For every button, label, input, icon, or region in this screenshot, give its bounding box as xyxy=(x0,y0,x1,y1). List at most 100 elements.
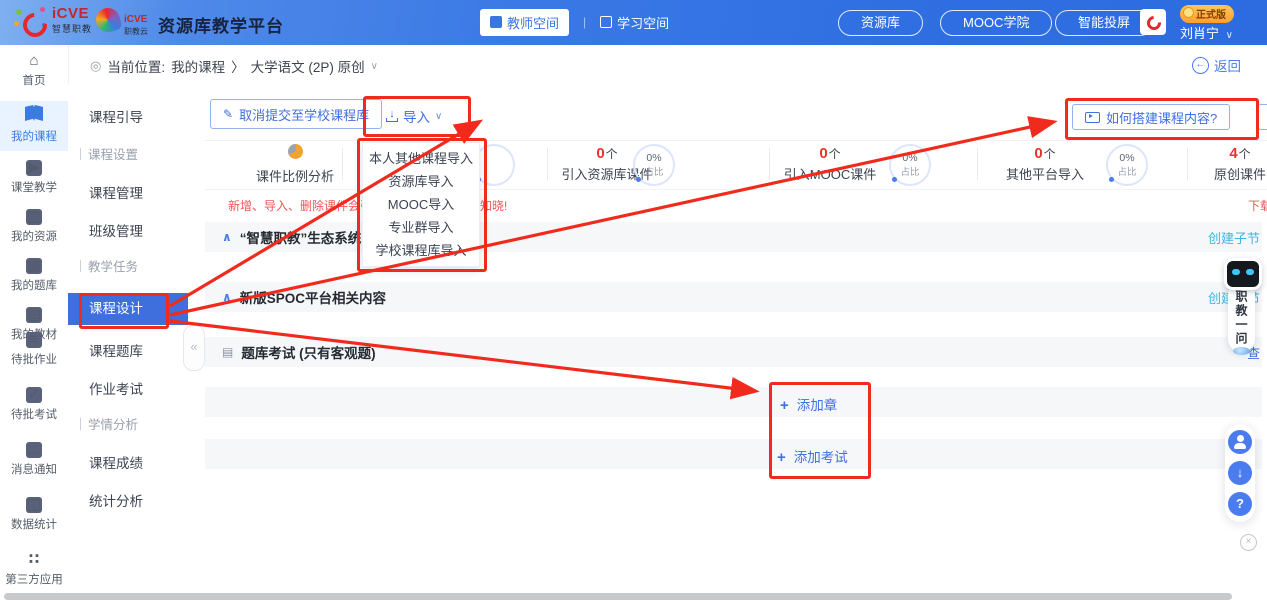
back-arrow-icon: ← xyxy=(1192,57,1209,74)
percent-gauge: 0%占比 xyxy=(633,144,675,186)
menu-item-homework-exams[interactable]: 作业考试 xyxy=(68,378,188,398)
import-dropdown-menu: 本人其他课程导入 资源库导入 MOOC导入 专业群导入 学校课程库导入 xyxy=(362,142,480,267)
question-mark-icon: ? xyxy=(1236,496,1244,511)
create-subnode-link[interactable]: 创建子节 xyxy=(1208,228,1260,247)
sidebar-item-my-resources[interactable]: ▥ 我的资源 xyxy=(0,208,68,254)
menu-item-course-question-bank[interactable]: 课程题库 xyxy=(68,340,188,360)
stat-mooc: 0个 引入MOOC课件 xyxy=(760,145,900,183)
floating-toolbar: ↓ ? xyxy=(1225,424,1255,522)
how-to-build-course-button[interactable]: 如何搭建课程内容? xyxy=(1072,104,1230,130)
breadcrumb-my-courses[interactable]: 我的课程 xyxy=(171,56,225,76)
download-link[interactable]: 下载 xyxy=(1248,197,1267,214)
breadcrumb-current-course[interactable]: 大学语文 (2P) 原创 xyxy=(251,56,365,76)
zhijiaoyun-shell-logo xyxy=(93,5,122,34)
topbar: iCVE 智慧职教 iCVE 职教云 资源库教学平台 教师空间 | 学习空间 资… xyxy=(0,0,1267,45)
menu-item-course-management[interactable]: 课程管理 xyxy=(68,182,188,202)
icve-zhihuizhijiao-logo xyxy=(14,7,48,37)
close-widget-button[interactable]: × xyxy=(1240,534,1257,551)
statistics-icon: ◫ xyxy=(26,497,42,513)
sidebar-item-my-courses[interactable]: 我的课程 xyxy=(0,101,68,151)
menu-item-import-mooc[interactable]: MOOC导入 xyxy=(363,193,479,216)
home-icon: ⌂ xyxy=(29,53,38,69)
download-center-button[interactable]: ↓ xyxy=(1228,461,1252,485)
location-icon: ◎ xyxy=(90,58,101,74)
apps-grid-icon: ∷ xyxy=(29,552,39,568)
breadcrumb: ◎ 当前位置: 我的课程 〉 大学语文 (2P) 原创 ∨ xyxy=(90,56,378,76)
import-button[interactable]: ↓ 导入 ∨ xyxy=(386,106,442,126)
headset-person-icon xyxy=(1228,430,1252,454)
sidebar-item-pending-exams[interactable]: ✓ 待批考试 xyxy=(0,386,68,432)
add-chapter-button[interactable]: +添加章 xyxy=(780,394,837,414)
edit-icon: ✎ xyxy=(223,107,233,121)
menu-item-class-management[interactable]: 班级管理 xyxy=(68,220,188,240)
settings-button[interactable]: 设 xyxy=(1258,104,1267,130)
membership-badge: 正式版 xyxy=(1180,5,1234,23)
menu-item-course-guide[interactable]: 课程引导 xyxy=(68,106,188,126)
sidebar-item-classroom-teaching[interactable]: ▶ 课堂教学 xyxy=(0,159,68,205)
caret-down-icon: ∨ xyxy=(435,111,442,122)
resource-library-button[interactable]: 资源库 xyxy=(838,10,923,36)
sidebar-item-my-question-bank[interactable]: ▦ 我的题库 xyxy=(0,257,68,303)
exam-icon: ✓ xyxy=(26,387,42,403)
back-button[interactable]: ← 返回 xyxy=(1192,55,1241,75)
sidebar-item-home[interactable]: ⌂ 首页 xyxy=(0,52,68,98)
support-button[interactable] xyxy=(1228,430,1252,454)
smart-cast-button[interactable]: 智能投屏 xyxy=(1055,10,1153,36)
menu-item-course-grades[interactable]: 课程成绩 xyxy=(68,452,188,472)
user-menu[interactable]: 刘肖宁 ∨ xyxy=(1180,23,1233,42)
nav-teacher-space[interactable]: 教师空间 xyxy=(480,9,569,36)
zhijiaoyun-logo-text: iCVE xyxy=(124,14,147,25)
horizontal-scrollbar[interactable] xyxy=(4,593,1232,600)
menu-section-learning-analysis: 学情分析 xyxy=(68,414,188,433)
menu-item-import-own-course[interactable]: 本人其他课程导入 xyxy=(363,147,479,170)
course-menu-sidebar: 课程引导 课程设置 课程管理 班级管理 教学任务 课程设计 课程题库 作业考试 … xyxy=(68,84,189,602)
stat-other-platform: 0个 其他平台导入 xyxy=(975,145,1115,183)
mooc-academy-button[interactable]: MOOC学院 xyxy=(940,10,1052,36)
section-row-spoc[interactable]: ∧ 新版SPOC平台相关内容 创建子节 xyxy=(205,282,1262,312)
section-row-question-exam[interactable]: ▤ 题库考试 (只有客观题) 查 xyxy=(205,337,1262,367)
medal-icon xyxy=(1183,7,1194,18)
chevron-up-icon[interactable]: ∧ xyxy=(222,230,232,244)
menu-item-import-resource-lib[interactable]: 资源库导入 xyxy=(363,170,479,193)
sidebar-item-pending-homework[interactable]: ≡ 待批作业 xyxy=(0,331,68,377)
icve-logo-subtext: 智慧职教 xyxy=(52,25,92,34)
caret-down-icon[interactable]: ∨ xyxy=(371,61,378,72)
add-exam-button[interactable]: +添加考试 xyxy=(777,446,848,466)
percent-gauge: 0%占比 xyxy=(889,144,931,186)
assistant-label: 职教一问 xyxy=(1233,290,1250,346)
help-center-button[interactable]: ? xyxy=(1228,492,1252,516)
homework-icon: ≡ xyxy=(26,332,42,348)
menu-item-statistical-analysis[interactable]: 统计分析 xyxy=(68,490,188,510)
section-bar xyxy=(80,418,81,430)
play-video-icon: ▶ xyxy=(26,160,42,176)
section-bar xyxy=(80,260,81,272)
menu-item-course-design[interactable]: 课程设计 xyxy=(68,293,188,325)
sidebar-item-data-statistics[interactable]: ◫ 数据统计 xyxy=(0,496,68,542)
user-avatar[interactable] xyxy=(1140,9,1166,35)
menu-item-import-major-group[interactable]: 专业群导入 xyxy=(363,216,479,239)
zhijiaoyun-logo-subtext: 职教云 xyxy=(124,28,148,36)
cancel-submit-button[interactable]: ✎ 取消提交至学校课程库 xyxy=(210,99,382,129)
menu-item-import-school-lib[interactable]: 学校课程库导入 xyxy=(363,239,479,262)
icve-logo-text: iCVE xyxy=(52,5,89,22)
teacher-space-icon xyxy=(490,16,502,28)
chevron-up-icon[interactable]: ∧ xyxy=(222,290,232,304)
video-icon xyxy=(1085,112,1100,123)
nav-learning-space[interactable]: 学习空间 xyxy=(600,13,669,32)
courseware-ratio-analysis: 课件比例分析 xyxy=(230,144,360,185)
platform-title: 资源库教学平台 xyxy=(158,12,284,37)
add-chapter-row xyxy=(205,387,1262,417)
menu-section-course-setup: 课程设置 xyxy=(68,144,188,163)
menu-section-teaching-tasks: 教学任务 xyxy=(68,256,188,275)
question-bank-icon: ▦ xyxy=(26,258,42,274)
sidebar-item-notifications[interactable]: … 消息通知 xyxy=(0,441,68,487)
topbar-nav: 教师空间 | 学习空间 xyxy=(480,9,669,35)
sidebar-collapse-handle[interactable]: « xyxy=(183,325,205,371)
sidebar-item-third-party-apps[interactable]: ∷ 第三方应用 xyxy=(0,551,68,597)
plus-icon: + xyxy=(777,449,786,466)
breadcrumb-separator: 〉 xyxy=(231,56,245,76)
document-icon: ▤ xyxy=(222,345,233,359)
stat-original-courseware: 4个 原创课件 xyxy=(1180,145,1267,183)
app-window: iCVE 智慧职教 iCVE 职教云 资源库教学平台 教师空间 | 学习空间 资… xyxy=(0,0,1267,602)
nav-separator: | xyxy=(583,15,586,29)
